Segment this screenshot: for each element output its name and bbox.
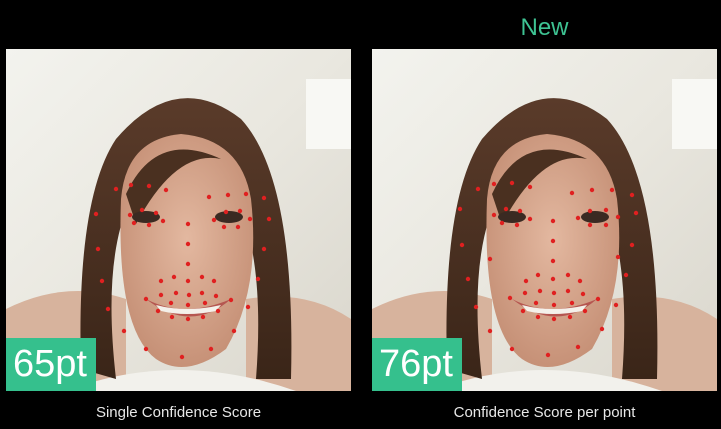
new-label: New [520, 14, 569, 41]
face-photo-per-point-score: 76pt [372, 49, 717, 391]
score-badge: 65pt [6, 338, 96, 391]
caption-single-confidence: Single Confidence Score [95, 404, 262, 421]
caption-per-point-confidence: Confidence Score per point [453, 404, 636, 421]
score-badge: 76pt [372, 338, 462, 391]
face-photo-single-score: 65pt [6, 49, 351, 391]
